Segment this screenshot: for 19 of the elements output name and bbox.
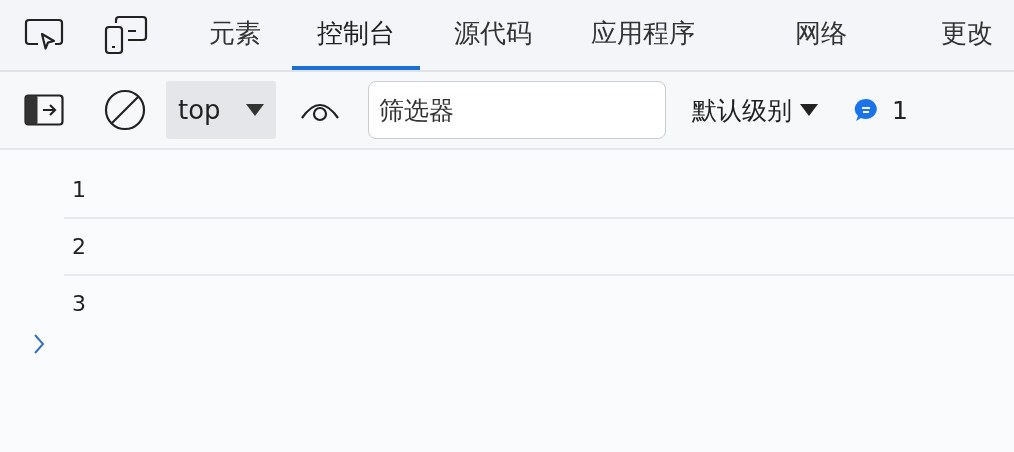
clear-icon[interactable]	[104, 89, 146, 131]
tab[interactable]: 应用程序	[566, 0, 720, 70]
console-output: 3	[72, 291, 86, 316]
tab[interactable]: 元素	[184, 0, 286, 70]
level-dropdown[interactable]: 默认级别	[692, 93, 818, 127]
tab[interactable]: 更改	[916, 0, 993, 70]
context-dropdown[interactable]: top	[166, 81, 276, 139]
console-output: 1	[72, 177, 86, 202]
tab[interactable]: 网络	[770, 0, 872, 70]
caret-icon	[246, 104, 264, 116]
message-icon[interactable]	[854, 98, 878, 122]
prompt-icon[interactable]	[33, 333, 45, 355]
caret-icon	[800, 104, 818, 116]
device-icon[interactable]	[104, 15, 148, 55]
console-output: 2	[72, 234, 86, 259]
message-count: 1	[892, 95, 908, 125]
filter-field[interactable]: 筛选器	[368, 81, 666, 139]
tab[interactable]: 源代码	[429, 0, 557, 70]
sidebar-icon[interactable]	[24, 94, 64, 126]
